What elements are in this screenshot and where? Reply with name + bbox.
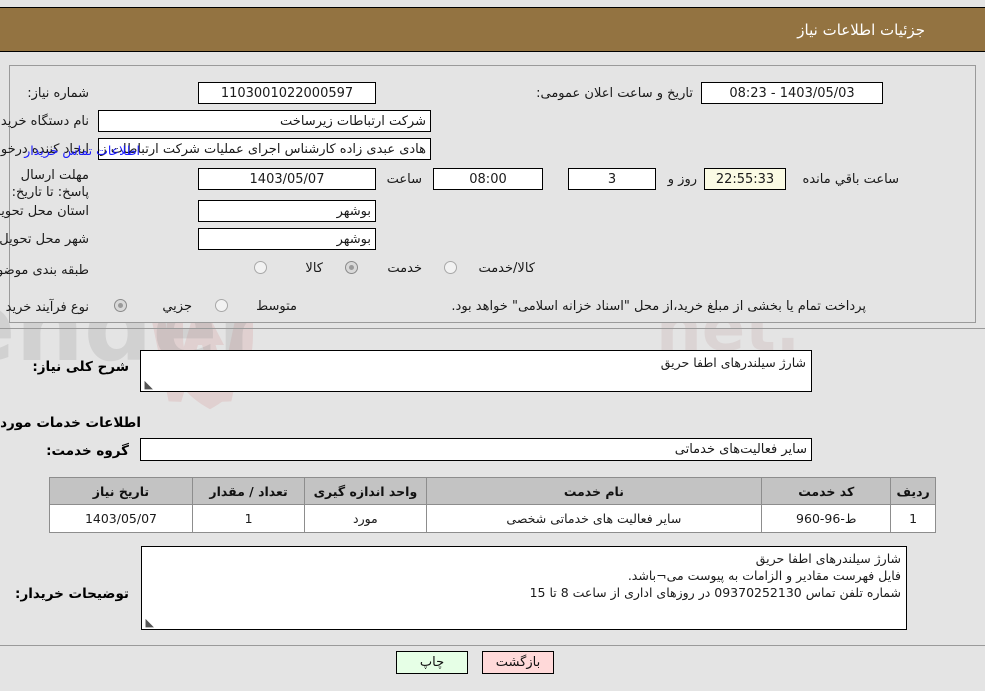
- th-quantity: تعداد / مقدار: [191, 477, 306, 505]
- radio-process-minor-label: جزیي: [162, 299, 192, 314]
- service-group-label: گروه خدمت:: [46, 443, 129, 459]
- radio-category-goods-service-label: کالا/خدمت: [478, 261, 535, 276]
- deadline-time-value: 08:00: [433, 168, 543, 190]
- radio-category-service-label: خدمت: [387, 261, 422, 276]
- hour-label: ساعت: [386, 172, 422, 187]
- page-title: جزئیات اطلاعات نیاز: [797, 20, 925, 39]
- th-name: نام خدمت: [425, 477, 763, 505]
- page-header-bar: جزئیات اطلاعات نیاز: [0, 7, 985, 52]
- td-need-date: 1403/05/07: [49, 504, 193, 533]
- radio-category-service[interactable]: [345, 261, 358, 274]
- td-code: ط-96-960: [761, 504, 892, 533]
- delivery-province-label: استان محل تحویل:: [0, 204, 89, 219]
- radio-category-goods[interactable]: [254, 261, 267, 274]
- general-description-value: شارژ سیلندرهای اطفا حریق: [660, 355, 806, 370]
- delivery-city-value: بوشهر: [198, 228, 376, 250]
- purchase-process-label: نوع فرآیند خرید :: [0, 300, 89, 315]
- td-name: سایر فعالیت های خدماتی شخصی: [425, 504, 763, 533]
- th-unit: واحد اندازه گیری: [304, 477, 427, 505]
- th-row: ردیف: [890, 477, 936, 505]
- public-announcement-label: تاریخ و ساعت اعلان عمومی:: [536, 86, 693, 101]
- back-button[interactable]: بازگشت: [482, 651, 554, 674]
- section-divider-top: [0, 328, 985, 329]
- print-button[interactable]: چاپ: [396, 651, 468, 674]
- request-creator-value: هادی عبدی زاده کارشناس اجرای عملیات شرکت…: [98, 138, 431, 160]
- buyer-contact-link[interactable]: اطلاعات تماس خریدار: [24, 143, 140, 158]
- days-label: روز و: [667, 172, 697, 187]
- table-row: 1 ط-96-960 سایر فعالیت های خدماتی شخصی م…: [49, 504, 936, 533]
- buyer-notes-line-3: شماره تلفن تماس 09370252130 در روزهای اد…: [529, 585, 901, 600]
- deadline-label: مهلت ارسال پاسخ: تا تاریخ:: [11, 168, 89, 200]
- buyer-notes-textarea[interactable]: شارژ سیلندرهای اطفا حریق فایل فهرست مقاد…: [141, 546, 907, 630]
- th-need-date: تاریخ نیاز: [49, 477, 193, 505]
- resize-grip-icon[interactable]: ◣: [143, 379, 153, 390]
- buyer-org-label: نام دستگاه خریدار:: [0, 114, 89, 129]
- need-number-value: 1103001022000597: [198, 82, 376, 104]
- services-table: ردیف کد خدمت نام خدمت واحد اندازه گیری ت…: [49, 477, 936, 533]
- th-code: کد خدمت: [761, 477, 892, 505]
- subject-category-label: طبقه بندی موضوعی:: [0, 263, 89, 278]
- delivery-province-value: بوشهر: [198, 200, 376, 222]
- radio-process-minor[interactable]: [114, 299, 127, 312]
- resize-grip-icon[interactable]: ◣: [144, 617, 154, 628]
- buyer-org-value: شرکت ارتباطات زیرساخت: [98, 110, 431, 132]
- radio-category-goods-label: کالا: [305, 261, 323, 276]
- need-number-label: شماره نیاز:: [27, 86, 89, 101]
- buyer-notes-line-1: شارژ سیلندرهای اطفا حریق: [755, 551, 901, 566]
- treasury-bond-note: پرداخت تمام یا بخشی از مبلغ خرید،از محل …: [451, 299, 866, 314]
- buyer-notes-line-2: فایل فهرست مقادیر و الزامات به پیوست می¬…: [627, 568, 901, 583]
- public-announcement-value: 1403/05/03 - 08:23: [701, 82, 883, 104]
- td-quantity: 1: [191, 504, 306, 533]
- radio-category-goods-service[interactable]: [444, 261, 457, 274]
- radio-process-medium-label: متوسط: [256, 299, 297, 314]
- countdown-remaining-value: 22:55:33: [704, 168, 786, 190]
- service-group-value: سایر فعالیت‌های خدماتی: [140, 438, 812, 461]
- section-divider-bottom: [0, 645, 985, 646]
- days-remaining-value: 3: [568, 168, 656, 190]
- general-description-textarea[interactable]: شارژ سیلندرهای اطفا حریق ◣: [140, 350, 812, 392]
- general-description-label: شرح کلی نیاز:: [32, 359, 129, 375]
- buyer-notes-label: توضیحات خریدار:: [15, 586, 129, 602]
- page-root: AnaTender .net جزئیات اطلاعات نیاز شماره…: [0, 0, 985, 691]
- deadline-date-value: 1403/05/07: [198, 168, 376, 190]
- services-section-heading: اطلاعات خدمات مورد نیاز: [0, 415, 141, 431]
- countdown-remaining-label: ساعت باقي مانده: [802, 172, 899, 187]
- radio-process-medium[interactable]: [215, 299, 228, 312]
- table-header-row: ردیف کد خدمت نام خدمت واحد اندازه گیری ت…: [49, 477, 936, 505]
- td-row: 1: [890, 504, 936, 533]
- delivery-city-label: شهر محل تحویل:: [0, 232, 89, 247]
- td-unit: مورد: [304, 504, 427, 533]
